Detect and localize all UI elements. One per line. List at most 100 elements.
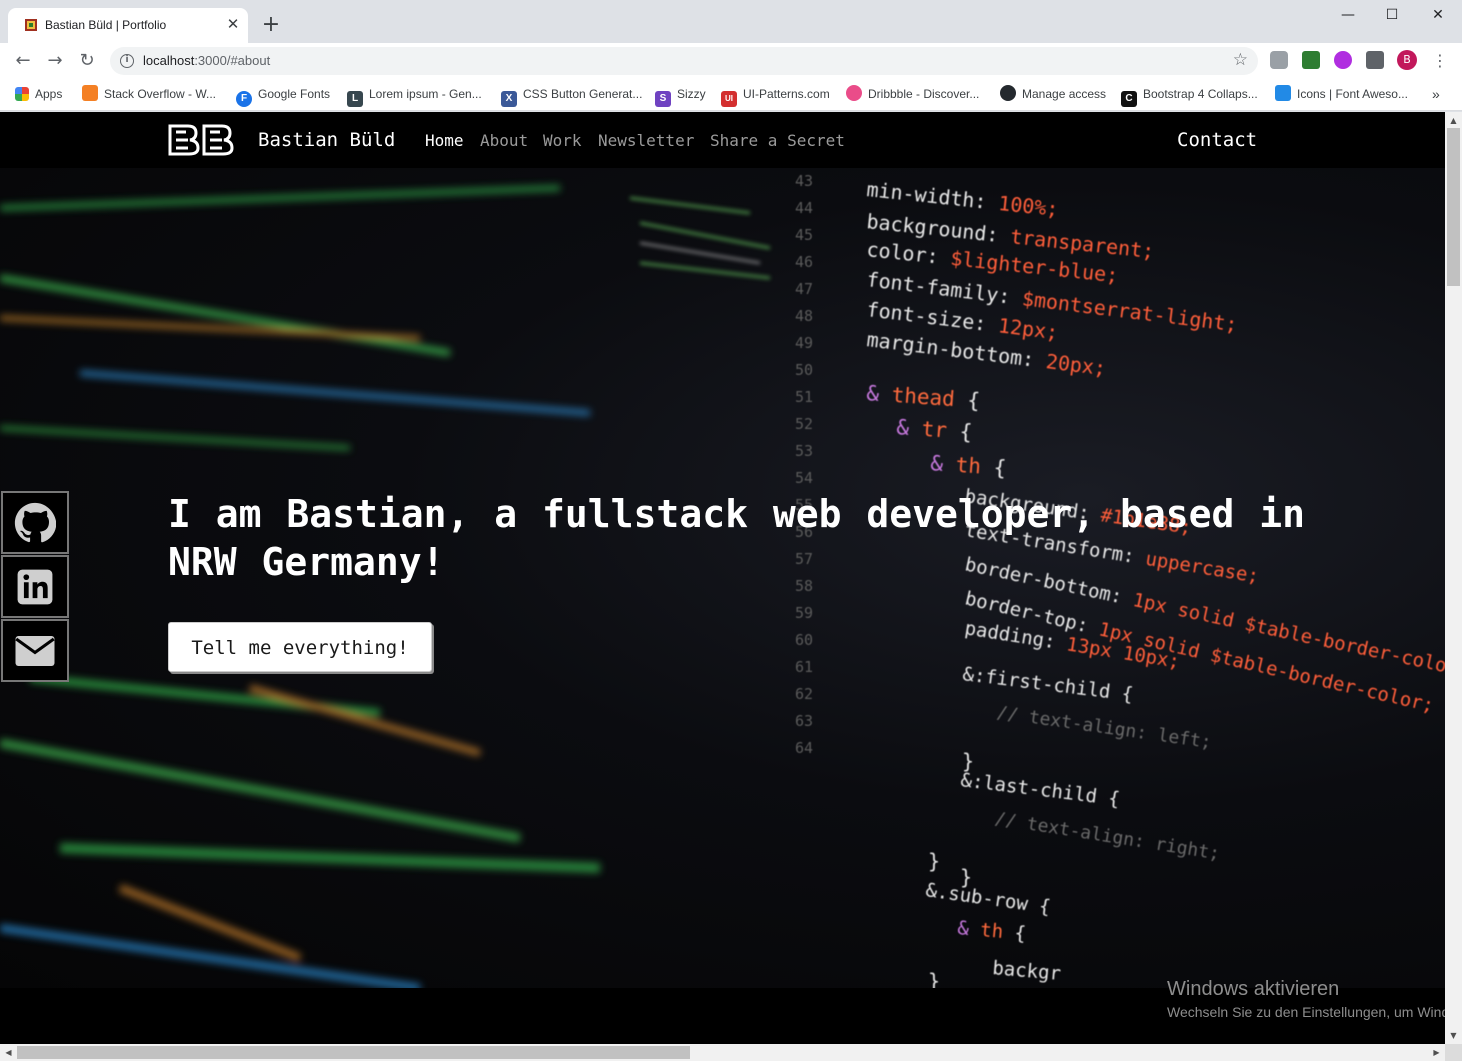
- tab-close-icon[interactable]: ✕: [224, 15, 242, 33]
- code-line-number: 59: [795, 604, 813, 622]
- code-line-number: 48: [795, 307, 813, 325]
- github-icon: [14, 502, 56, 542]
- code-closing-brace: }: [960, 865, 972, 889]
- code-line: // text-align: right;: [993, 808, 1221, 864]
- code-line: & th {: [957, 917, 1027, 945]
- scroll-up-icon[interactable]: ▲: [1445, 112, 1462, 129]
- browser-menu-icon[interactable]: ⋮: [1428, 49, 1452, 73]
- social-linkedin-link[interactable]: [1, 555, 69, 618]
- code-line: &:last-child {: [959, 769, 1121, 810]
- vertical-scrollbar[interactable]: ▲ ▼: [1445, 112, 1462, 1044]
- lorem-ipsum-icon: L: [347, 91, 363, 107]
- scroll-left-icon[interactable]: ◀: [0, 1044, 17, 1061]
- bookmark-manage-access[interactable]: Manage access: [1000, 85, 1106, 103]
- code-line-number: 47: [795, 280, 813, 298]
- code-line-number: 44: [795, 199, 813, 217]
- extension-bug-icon[interactable]: [1270, 51, 1288, 69]
- browser-tabstrip: Bastian Büld | Portfolio ✕ + — ☐ ✕: [0, 0, 1462, 43]
- code-line-number: 63: [795, 712, 813, 730]
- code-line-number: 49: [795, 334, 813, 352]
- nav-contact[interactable]: Contact: [1177, 129, 1257, 151]
- google-fonts-icon: F: [236, 91, 252, 107]
- code-closing-brace: }: [928, 969, 940, 988]
- brand-name[interactable]: Bastian Büld: [258, 129, 395, 151]
- scroll-right-icon[interactable]: ▶: [1428, 1044, 1445, 1061]
- nav-share-a-secret[interactable]: Share a Secret: [710, 131, 845, 150]
- nav-home[interactable]: Home: [425, 131, 464, 150]
- code-closing-brace: }: [928, 849, 940, 873]
- css-generator-icon: X: [501, 91, 517, 107]
- linkedin-icon: [17, 569, 53, 604]
- dribbble-icon: [846, 85, 862, 101]
- nav-newsletter[interactable]: Newsletter: [598, 131, 694, 150]
- scrollbar-corner: [1445, 1044, 1462, 1061]
- bookmark-font-awesome[interactable]: Icons | Font Aweso...: [1275, 85, 1408, 103]
- back-button[interactable]: ←: [11, 49, 35, 73]
- reload-button[interactable]: ↻: [75, 49, 99, 73]
- code-line-number: 43: [795, 172, 813, 190]
- bookmark-lorem-ipsum[interactable]: L Lorem ipsum - Gen...: [347, 85, 482, 107]
- forward-button[interactable]: →: [43, 49, 67, 73]
- new-tab-button[interactable]: +: [259, 13, 283, 37]
- bookmarks-overflow-icon[interactable]: »: [1432, 85, 1440, 103]
- bookmark-label: Bootstrap 4 Collaps...: [1143, 87, 1258, 101]
- code-line-number: 54: [795, 469, 813, 487]
- vertical-scroll-thumb[interactable]: [1447, 128, 1460, 286]
- code-line-number: 51: [795, 388, 813, 406]
- site-info-icon[interactable]: i: [120, 54, 134, 68]
- social-github-link[interactable]: [1, 491, 69, 554]
- extension-html-icon[interactable]: [1302, 51, 1320, 69]
- nav-work[interactable]: Work: [543, 131, 582, 150]
- code-line-number: 50: [795, 361, 813, 379]
- horizontal-scroll-thumb[interactable]: [17, 1046, 690, 1059]
- scroll-down-icon[interactable]: ▼: [1445, 1027, 1462, 1044]
- bookmark-ui-patterns[interactable]: UI UI-Patterns.com: [721, 85, 830, 107]
- bookmark-sizzy[interactable]: S Sizzy: [655, 85, 706, 107]
- windows-activation-subtitle: Wechseln Sie zu den Einstellungen, um Wi…: [1167, 1004, 1445, 1020]
- browser-tab[interactable]: Bastian Büld | Portfolio ✕: [8, 8, 248, 43]
- blurred-code-streaks: [0, 185, 601, 988]
- extensions-puzzle-icon[interactable]: [1366, 51, 1384, 69]
- horizontal-scrollbar[interactable]: ◀ ▶: [0, 1044, 1445, 1061]
- bookmark-label: UI-Patterns.com: [743, 87, 830, 101]
- code-line: & tr {: [896, 415, 973, 444]
- brand-logo-icon[interactable]: [168, 124, 236, 156]
- code-line: &.sub-row {: [924, 879, 1052, 918]
- bookmark-label: Sizzy: [677, 87, 706, 101]
- profile-avatar[interactable]: B: [1397, 50, 1417, 70]
- bookmark-google-fonts[interactable]: F Google Fonts: [236, 85, 330, 107]
- close-window-button[interactable]: ✕: [1423, 4, 1453, 26]
- url-path: :3000/#about: [194, 53, 271, 68]
- social-email-link[interactable]: [1, 619, 69, 682]
- apps-grid-icon: [15, 87, 29, 101]
- maximize-button[interactable]: ☐: [1377, 4, 1407, 26]
- sizzy-icon: S: [655, 91, 671, 107]
- url-host: localhost: [143, 53, 195, 68]
- code-line-number: 60: [795, 631, 813, 649]
- nav-about[interactable]: About: [480, 131, 528, 150]
- bookmark-label: Icons | Font Aweso...: [1297, 87, 1408, 101]
- windows-activation-title: Windows aktivieren: [1167, 978, 1340, 1000]
- bookmark-dribbble[interactable]: Dribbble - Discover...: [846, 85, 979, 103]
- bookmark-bootstrap[interactable]: C Bootstrap 4 Collaps...: [1121, 85, 1258, 107]
- extension-purple-icon[interactable]: [1334, 51, 1352, 69]
- bookmark-label: Apps: [35, 87, 63, 101]
- bookmark-label: Lorem ipsum - Gen...: [369, 87, 482, 101]
- code-line-number: 64: [795, 739, 813, 757]
- bookmark-label: Manage access: [1022, 87, 1107, 101]
- tell-me-everything-button[interactable]: Tell me everything!: [168, 622, 432, 672]
- minimize-button[interactable]: —: [1333, 4, 1363, 26]
- bookmark-apps[interactable]: Apps: [15, 85, 62, 103]
- page-viewport: 43 44 45 46 47 48 49 50 51 52 53 54 55 56 57 58 59 60 61 62…: [0, 112, 1445, 1044]
- email-icon: [15, 635, 55, 666]
- bookmark-star-icon[interactable]: ☆: [1233, 50, 1248, 70]
- bookmark-css-button[interactable]: X CSS Button Generat...: [501, 85, 642, 107]
- code-line-number: 62: [795, 685, 813, 703]
- site-favicon-icon: [25, 19, 37, 31]
- github-icon: [1000, 85, 1016, 101]
- code-line: &:first-child {: [961, 663, 1134, 706]
- code-line-number: 52: [795, 415, 813, 433]
- code-line-numbers: 4344454647484950515253545556575859606162…: [795, 172, 813, 757]
- bookmark-stackoverflow[interactable]: Stack Overflow - W...: [82, 85, 216, 103]
- address-bar[interactable]: i localhost:3000/#about ☆: [110, 47, 1258, 75]
